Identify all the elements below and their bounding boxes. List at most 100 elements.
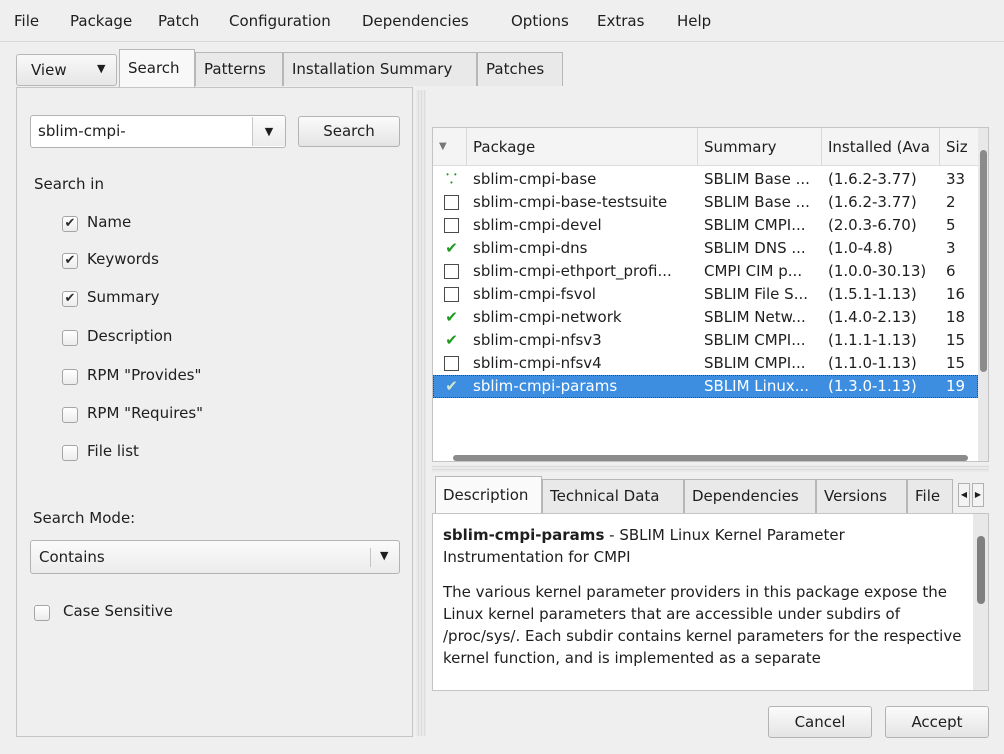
- search-input[interactable]: sblim-cmpi- ▼: [30, 115, 286, 148]
- cell-package: sblim-cmpi-nfsv3: [473, 331, 602, 349]
- menu-extras[interactable]: Extras: [597, 12, 644, 30]
- column-installed[interactable]: Installed (Ava: [822, 128, 940, 166]
- cell-size: 3: [946, 239, 956, 257]
- column-summary[interactable]: Summary: [698, 128, 822, 166]
- column-package[interactable]: Package: [467, 128, 698, 166]
- option-rpm-requires-label: RPM "Requires": [87, 404, 204, 422]
- cell-summary: SBLIM CMPI...: [704, 216, 806, 234]
- table-vertical-scrollbar[interactable]: [978, 128, 988, 461]
- tab-patches[interactable]: Patches: [477, 52, 563, 86]
- search-button[interactable]: Search: [298, 116, 400, 147]
- menu-help[interactable]: Help: [677, 12, 711, 30]
- auto-install-icon[interactable]: ⸪: [444, 172, 459, 187]
- cell-installed: (1.5.1-1.13): [828, 285, 917, 303]
- checkbox-checked-icon[interactable]: ✔: [62, 216, 78, 232]
- cell-installed: (1.4.0-2.13): [828, 308, 917, 326]
- checkbox-unchecked-icon[interactable]: [444, 218, 459, 233]
- menu-options[interactable]: Options: [511, 12, 569, 30]
- scroll-thumb[interactable]: [977, 536, 985, 604]
- cell-summary: SBLIM Linux...: [704, 377, 810, 395]
- chevron-down-icon: ▼: [380, 549, 389, 562]
- tab-scroll-right-icon[interactable]: ▶: [972, 483, 984, 507]
- checkbox-unchecked-icon[interactable]: [34, 605, 50, 621]
- menu-configuration[interactable]: Configuration: [229, 12, 331, 30]
- pane-splitter-horizontal[interactable]: [432, 465, 989, 472]
- search-mode-select[interactable]: Contains ▼: [30, 540, 400, 574]
- cell-size: 15: [946, 331, 966, 349]
- menu-patch[interactable]: Patch: [158, 12, 199, 30]
- cell-size: 16: [946, 285, 966, 303]
- table-row[interactable]: sblim-cmpi-devel SBLIM CMPI... (2.0.3-6.70…: [433, 214, 978, 237]
- table-horizontal-scrollbar[interactable]: [453, 455, 968, 461]
- cell-summary: SBLIM File S...: [704, 285, 808, 303]
- checkbox-unchecked-icon[interactable]: [62, 330, 78, 346]
- checkbox-unchecked-icon[interactable]: [444, 356, 459, 371]
- cell-installed: (1.0-4.8): [828, 239, 893, 257]
- checkbox-unchecked-icon[interactable]: [444, 264, 459, 279]
- scroll-thumb[interactable]: [980, 150, 987, 372]
- tab-installation-summary[interactable]: Installation Summary: [283, 52, 477, 86]
- cancel-button[interactable]: Cancel: [768, 706, 872, 738]
- cell-package: sblim-cmpi-base-testsuite: [473, 193, 668, 211]
- option-rpm-provides-label: RPM "Provides": [87, 366, 202, 384]
- description-package-name: sblim-cmpi-params: [443, 526, 605, 544]
- search-mode-value: Contains: [39, 548, 105, 566]
- checkbox-unchecked-icon[interactable]: [62, 369, 78, 385]
- description-title: sblim-cmpi-params - SBLIM Linux Kernel P…: [443, 524, 963, 568]
- checkbox-checked-icon[interactable]: ✔: [62, 291, 78, 307]
- pane-splitter[interactable]: [416, 90, 426, 736]
- table-row[interactable]: sblim-cmpi-ethport_profi... CMPI CIM p...…: [433, 260, 978, 283]
- menu-dependencies[interactable]: Dependencies: [362, 12, 469, 30]
- chevron-down-icon[interactable]: ▼: [252, 117, 285, 146]
- description-scrollbar[interactable]: [973, 514, 988, 690]
- column-size[interactable]: Siz: [940, 128, 978, 166]
- installed-check-icon[interactable]: ✔: [444, 379, 459, 394]
- chevron-down-icon: ▼: [97, 62, 106, 75]
- table-row[interactable]: sblim-cmpi-nfsv4 SBLIM CMPI... (1.1.0-1.13…: [433, 352, 978, 375]
- checkbox-unchecked-icon[interactable]: [444, 287, 459, 302]
- cell-installed: (1.6.2-3.77): [828, 170, 917, 188]
- tab-description[interactable]: Description: [435, 476, 542, 514]
- cell-summary: SBLIM Base ...: [704, 193, 810, 211]
- view-button-label: View: [31, 61, 67, 79]
- checkbox-unchecked-icon[interactable]: [62, 445, 78, 461]
- description-panel: sblim-cmpi-params - SBLIM Linux Kernel P…: [432, 513, 989, 691]
- tab-file[interactable]: File: [907, 479, 953, 513]
- cell-installed: (1.1.0-1.13): [828, 354, 917, 372]
- checkbox-checked-icon[interactable]: ✔: [62, 253, 78, 269]
- search-input-value[interactable]: sblim-cmpi-: [38, 122, 126, 140]
- table-row[interactable]: ✔ sblim-cmpi-params SBLIM Linux... (1.3.0-1…: [433, 375, 978, 398]
- table-row[interactable]: ⸪ sblim-cmpi-base SBLIM Base ... (1.6.2-3.7…: [433, 168, 978, 191]
- cell-size: 6: [946, 262, 956, 280]
- tab-search[interactable]: Search: [119, 49, 195, 87]
- tab-versions[interactable]: Versions: [816, 479, 907, 513]
- sort-arrow-icon[interactable]: ▼: [433, 128, 467, 166]
- table-row[interactable]: ✔ sblim-cmpi-network SBLIM Netw... (1.4.0-2…: [433, 306, 978, 329]
- cell-package: sblim-cmpi-nfsv4: [473, 354, 602, 372]
- cell-package: sblim-cmpi-fsvol: [473, 285, 596, 303]
- cell-summary: SBLIM CMPI...: [704, 331, 806, 349]
- cell-installed: (1.3.0-1.13): [828, 377, 917, 395]
- table-row[interactable]: sblim-cmpi-base-testsuite SBLIM Base ... (…: [433, 191, 978, 214]
- table-row[interactable]: ✔ sblim-cmpi-dns SBLIM DNS ... (1.0-4.8) 3: [433, 237, 978, 260]
- tab-technical-data[interactable]: Technical Data: [542, 479, 684, 513]
- installed-check-icon[interactable]: ✔: [444, 333, 459, 348]
- tab-patterns[interactable]: Patterns: [195, 52, 283, 86]
- accept-button[interactable]: Accept: [885, 706, 989, 738]
- option-case-sensitive-label: Case Sensitive: [63, 602, 173, 620]
- view-menu-button[interactable]: View ▼: [16, 54, 117, 86]
- menu-package[interactable]: Package: [70, 12, 132, 30]
- installed-check-icon[interactable]: ✔: [444, 310, 459, 325]
- checkbox-unchecked-icon[interactable]: [62, 407, 78, 423]
- cell-package: sblim-cmpi-devel: [473, 216, 602, 234]
- checkbox-unchecked-icon[interactable]: [444, 195, 459, 210]
- tab-scroll-left-icon[interactable]: ◀: [958, 483, 970, 507]
- table-row[interactable]: sblim-cmpi-fsvol SBLIM File S... (1.5.1-1.…: [433, 283, 978, 306]
- cell-summary: CMPI CIM p...: [704, 262, 803, 280]
- tab-dependencies[interactable]: Dependencies: [684, 479, 816, 513]
- menu-file[interactable]: File: [14, 12, 39, 30]
- cell-package: sblim-cmpi-params: [473, 377, 618, 395]
- table-row[interactable]: ✔ sblim-cmpi-nfsv3 SBLIM CMPI... (1.1.1-1.1…: [433, 329, 978, 352]
- installed-check-icon[interactable]: ✔: [444, 241, 459, 256]
- cell-package: sblim-cmpi-ethport_profi...: [473, 262, 672, 280]
